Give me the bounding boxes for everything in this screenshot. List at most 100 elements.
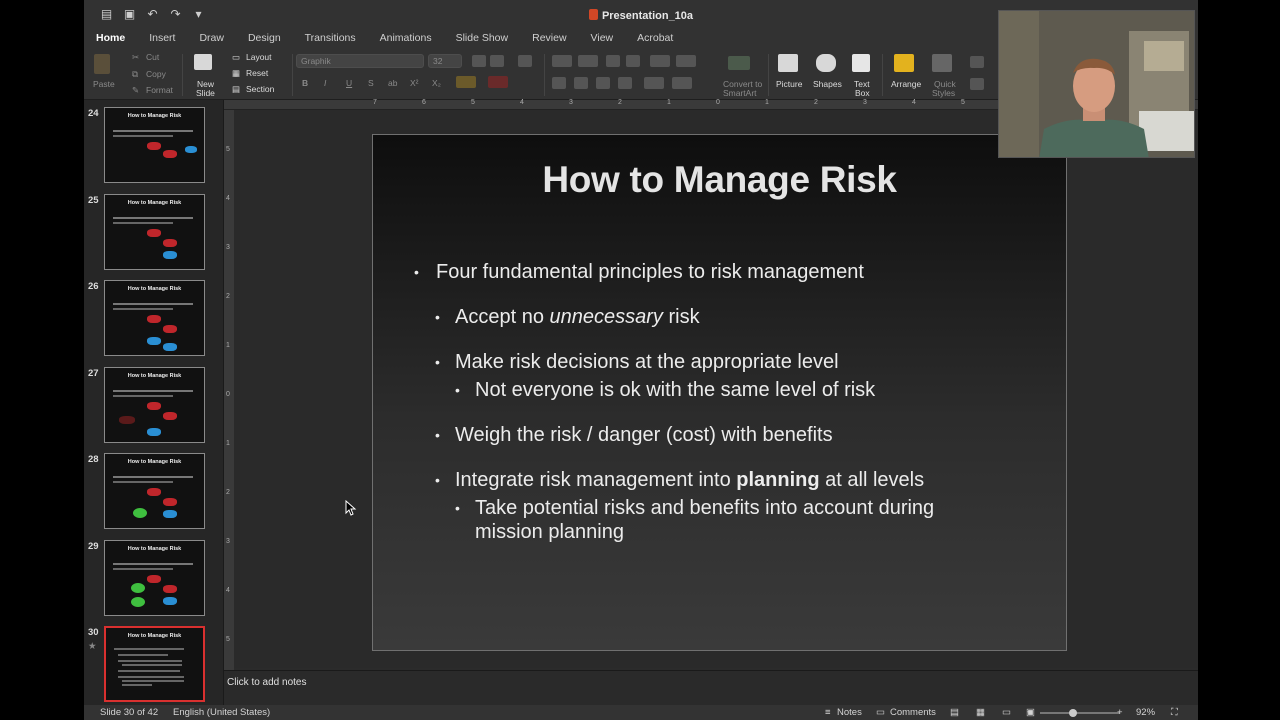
notes-placeholder[interactable]: Click to add notes	[227, 677, 307, 688]
tab-acrobat[interactable]: Acrobat	[625, 30, 685, 48]
fit-to-window-icon[interactable]: ⛶	[1171, 707, 1178, 718]
slide-thumbnail-pane[interactable]: 24 How to Manage Risk 25 How to Manage R…	[84, 100, 224, 705]
layout-button[interactable]: Layout	[246, 52, 272, 62]
slide-thumbnail-28[interactable]: How to Manage Risk	[104, 453, 205, 529]
notes-toggle[interactable]: Notes	[837, 707, 862, 718]
arrange-button[interactable]: Arrange	[891, 79, 921, 89]
bullet-level-3-continuation[interactable]: mission planning	[475, 521, 624, 544]
convert-smartart-icon[interactable]	[728, 56, 750, 70]
align-text-icon[interactable]	[672, 77, 692, 89]
shapes-icon[interactable]	[816, 54, 836, 72]
decrease-font-icon[interactable]	[490, 55, 504, 67]
reset-button[interactable]: Reset	[246, 68, 268, 78]
line-spacing-icon[interactable]	[650, 55, 670, 67]
bold-icon[interactable]: B	[302, 78, 308, 88]
layout-icon[interactable]: ▭	[232, 52, 240, 63]
language-indicator[interactable]: English (United States)	[173, 707, 270, 718]
slide-thumbnail-27[interactable]: How to Manage Risk	[104, 367, 205, 443]
comments-toggle[interactable]: Comments	[890, 707, 936, 718]
align-right-icon[interactable]	[596, 77, 610, 89]
shape-outline-icon[interactable]	[970, 78, 984, 90]
section-icon[interactable]: ▤	[232, 84, 240, 95]
bullet-level-1[interactable]: • Four fundamental principles to risk man…	[414, 261, 864, 284]
italic-icon[interactable]: I	[324, 78, 326, 88]
zoom-level[interactable]: 92%	[1136, 707, 1155, 718]
format-painter-icon[interactable]: ✎	[132, 85, 139, 96]
arrange-icon[interactable]	[894, 54, 914, 72]
slide-title[interactable]: How to Manage Risk	[373, 159, 1066, 201]
reset-icon[interactable]: ▦	[232, 68, 240, 79]
superscript-icon[interactable]: X²	[410, 78, 419, 88]
align-left-icon[interactable]	[552, 77, 566, 89]
slide-30[interactable]: How to Manage Risk • Four fundamental pri…	[372, 134, 1067, 651]
reading-view-icon[interactable]: ▭	[1002, 707, 1011, 718]
quick-styles-label-2[interactable]: Styles	[932, 88, 955, 98]
bullet-level-2[interactable]: • Weigh the risk / danger (cost) with ben…	[435, 424, 833, 447]
font-color-icon[interactable]	[488, 76, 508, 88]
zoom-slider[interactable]	[1040, 712, 1120, 714]
bullet-level-2[interactable]: • Accept no unnecessary risk	[435, 306, 700, 329]
text-box-icon[interactable]	[852, 54, 870, 72]
section-button[interactable]: Section	[246, 84, 274, 94]
notes-pane[interactable]: Click to add notes	[224, 670, 1198, 705]
slide-sorter-icon[interactable]: ▦	[976, 707, 985, 718]
new-slide-label-2[interactable]: Slide	[196, 88, 215, 98]
bullet-level-2[interactable]: • Make risk decisions at the appropriate …	[435, 351, 839, 374]
slide-thumbnail-30[interactable]: How to Manage Risk	[104, 626, 205, 702]
slide-thumbnail-26[interactable]: How to Manage Risk	[104, 280, 205, 356]
copy-button[interactable]: Copy	[146, 69, 166, 79]
paste-button[interactable]: Paste	[93, 79, 115, 89]
bullets-icon[interactable]	[552, 55, 572, 67]
slide-thumbnail-24[interactable]: How to Manage Risk	[104, 107, 205, 183]
paste-icon[interactable]	[94, 54, 110, 74]
clear-formatting-icon[interactable]	[518, 55, 532, 67]
highlight-color-icon[interactable]	[456, 76, 476, 88]
tab-transitions[interactable]: Transitions	[293, 30, 368, 48]
shapes-button[interactable]: Shapes	[813, 79, 842, 89]
picture-button[interactable]: Picture	[776, 79, 802, 89]
slide-thumbnail-25[interactable]: How to Manage Risk	[104, 194, 205, 270]
cut-icon[interactable]: ✂	[132, 52, 139, 63]
font-name-select[interactable]: Graphik	[296, 54, 424, 68]
bullet-level-3[interactable]: • Not everyone is ok with the same level …	[455, 379, 875, 402]
picture-icon[interactable]	[778, 54, 798, 72]
tab-draw[interactable]: Draw	[187, 30, 236, 48]
tab-design[interactable]: Design	[236, 30, 293, 48]
normal-view-icon[interactable]: ▤	[950, 707, 959, 718]
decrease-indent-icon[interactable]	[606, 55, 620, 67]
text-direction-icon[interactable]	[644, 77, 664, 89]
new-slide-icon[interactable]	[194, 54, 212, 70]
bullet-level-3[interactable]: • Take potential risks and benefits into …	[455, 497, 934, 520]
increase-font-icon[interactable]	[472, 55, 486, 67]
font-size-select[interactable]: 32	[428, 54, 462, 68]
notes-icon[interactable]: ≡	[825, 707, 831, 718]
underline-icon[interactable]: U	[346, 78, 352, 88]
zoom-slider-thumb[interactable]	[1069, 709, 1077, 717]
tab-slide-show[interactable]: Slide Show	[444, 30, 521, 48]
strikethrough-icon[interactable]: ab	[388, 78, 397, 88]
bullet-level-2[interactable]: • Integrate risk management into planning…	[435, 469, 924, 492]
numbering-icon[interactable]	[578, 55, 598, 67]
tab-animations[interactable]: Animations	[368, 30, 444, 48]
zoom-out-icon[interactable]: −	[1027, 707, 1033, 718]
format-painter-button[interactable]: Format	[146, 85, 173, 95]
increase-indent-icon[interactable]	[626, 55, 640, 67]
tab-insert[interactable]: Insert	[137, 30, 187, 48]
tab-review[interactable]: Review	[520, 30, 578, 48]
zoom-in-icon[interactable]: +	[1117, 707, 1123, 718]
shadow-icon[interactable]: S	[368, 78, 374, 88]
columns-icon[interactable]	[676, 55, 696, 67]
align-center-icon[interactable]	[574, 77, 588, 89]
quick-styles-icon[interactable]	[932, 54, 952, 72]
comments-icon[interactable]: ▭	[876, 707, 885, 718]
subscript-icon[interactable]: X₂	[432, 78, 441, 88]
slide-thumbnail-29[interactable]: How to Manage Risk	[104, 540, 205, 616]
tab-home[interactable]: Home	[84, 30, 137, 48]
convert-smartart-label-2[interactable]: SmartArt	[723, 88, 757, 98]
cut-button[interactable]: Cut	[146, 52, 159, 62]
text-box-label-2[interactable]: Box	[855, 88, 870, 98]
copy-icon[interactable]: ⧉	[132, 69, 138, 80]
tab-view[interactable]: View	[579, 30, 626, 48]
justify-icon[interactable]	[618, 77, 632, 89]
shape-fill-icon[interactable]	[970, 56, 984, 68]
